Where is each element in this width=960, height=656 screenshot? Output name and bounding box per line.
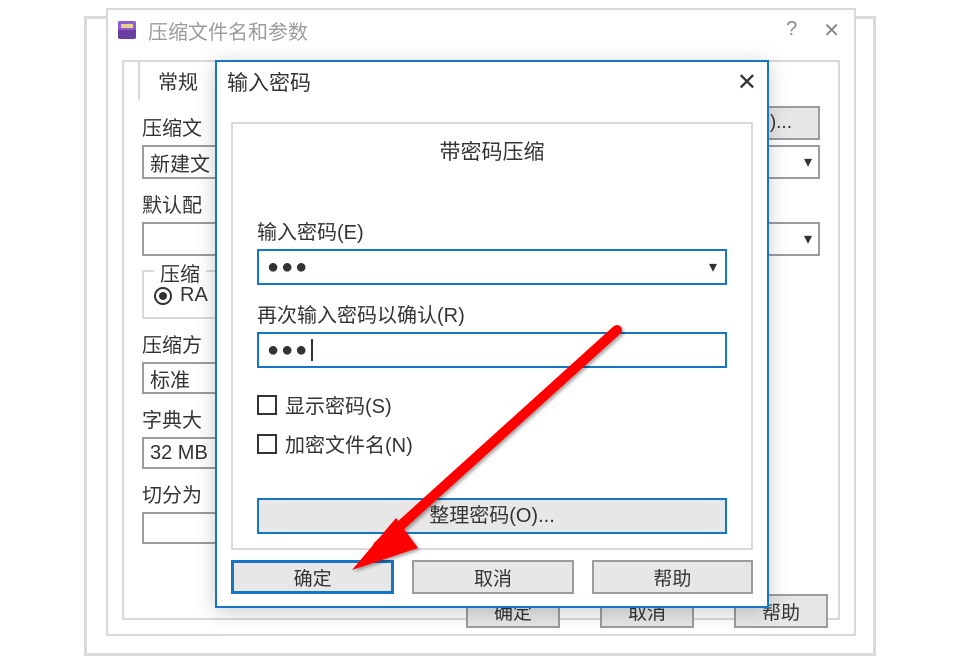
- help-icon[interactable]: ?: [786, 18, 797, 43]
- label-pw1: 输入密码(E): [257, 216, 727, 245]
- parent-titlebar: 压缩文件名和参数 ? ✕: [108, 10, 854, 50]
- label-pw2: 再次输入密码以确认(R): [257, 299, 727, 328]
- modal-body: 带密码压缩 输入密码(E) ●●● ▾ 再次输入密码以确认(R) ●●● 显示密…: [231, 122, 753, 550]
- modal-body-title: 带密码压缩: [257, 136, 727, 166]
- password-confirm-value: ●●●: [267, 339, 309, 362]
- modal-titlebar: 输入密码 ✕: [217, 62, 767, 102]
- chevron-down-icon[interactable]: ▾: [804, 152, 812, 172]
- organize-passwords-button[interactable]: 整理密码(O)...: [257, 498, 727, 534]
- chevron-down-icon[interactable]: ▾: [709, 257, 717, 277]
- text-cursor: [311, 339, 313, 361]
- radio-dot-icon: [154, 287, 172, 305]
- close-icon[interactable]: ✕: [737, 68, 757, 97]
- modal-ok-button[interactable]: 确定: [231, 560, 394, 594]
- modal-title: 输入密码: [227, 67, 311, 97]
- password-value: ●●●: [267, 256, 309, 279]
- checkbox-icon: [257, 395, 277, 415]
- winrar-icon: [116, 19, 138, 41]
- format-groupbox-title: 压缩: [154, 258, 206, 287]
- modal-cancel-button[interactable]: 取消: [412, 560, 573, 594]
- tab-general[interactable]: 常规: [138, 60, 218, 101]
- checkbox-encrypt-names[interactable]: 加密文件名(N): [257, 429, 727, 458]
- password-confirm-input[interactable]: ●●●: [257, 332, 727, 368]
- close-icon[interactable]: ✕: [823, 18, 840, 43]
- password-input[interactable]: ●●● ▾: [257, 249, 727, 285]
- modal-help-button[interactable]: 帮助: [592, 560, 753, 594]
- parent-title: 压缩文件名和参数: [148, 16, 308, 45]
- password-modal: 输入密码 ✕ 带密码压缩 输入密码(E) ●●● ▾ 再次输入密码以确认(R) …: [215, 60, 769, 608]
- modal-bottom-buttons: 确定 取消 帮助: [231, 560, 753, 594]
- checkbox-icon: [257, 434, 277, 454]
- checkbox-show-password[interactable]: 显示密码(S): [257, 390, 727, 419]
- chevron-down-icon[interactable]: ▾: [804, 229, 812, 249]
- archive-name-value: 新建文: [150, 148, 210, 177]
